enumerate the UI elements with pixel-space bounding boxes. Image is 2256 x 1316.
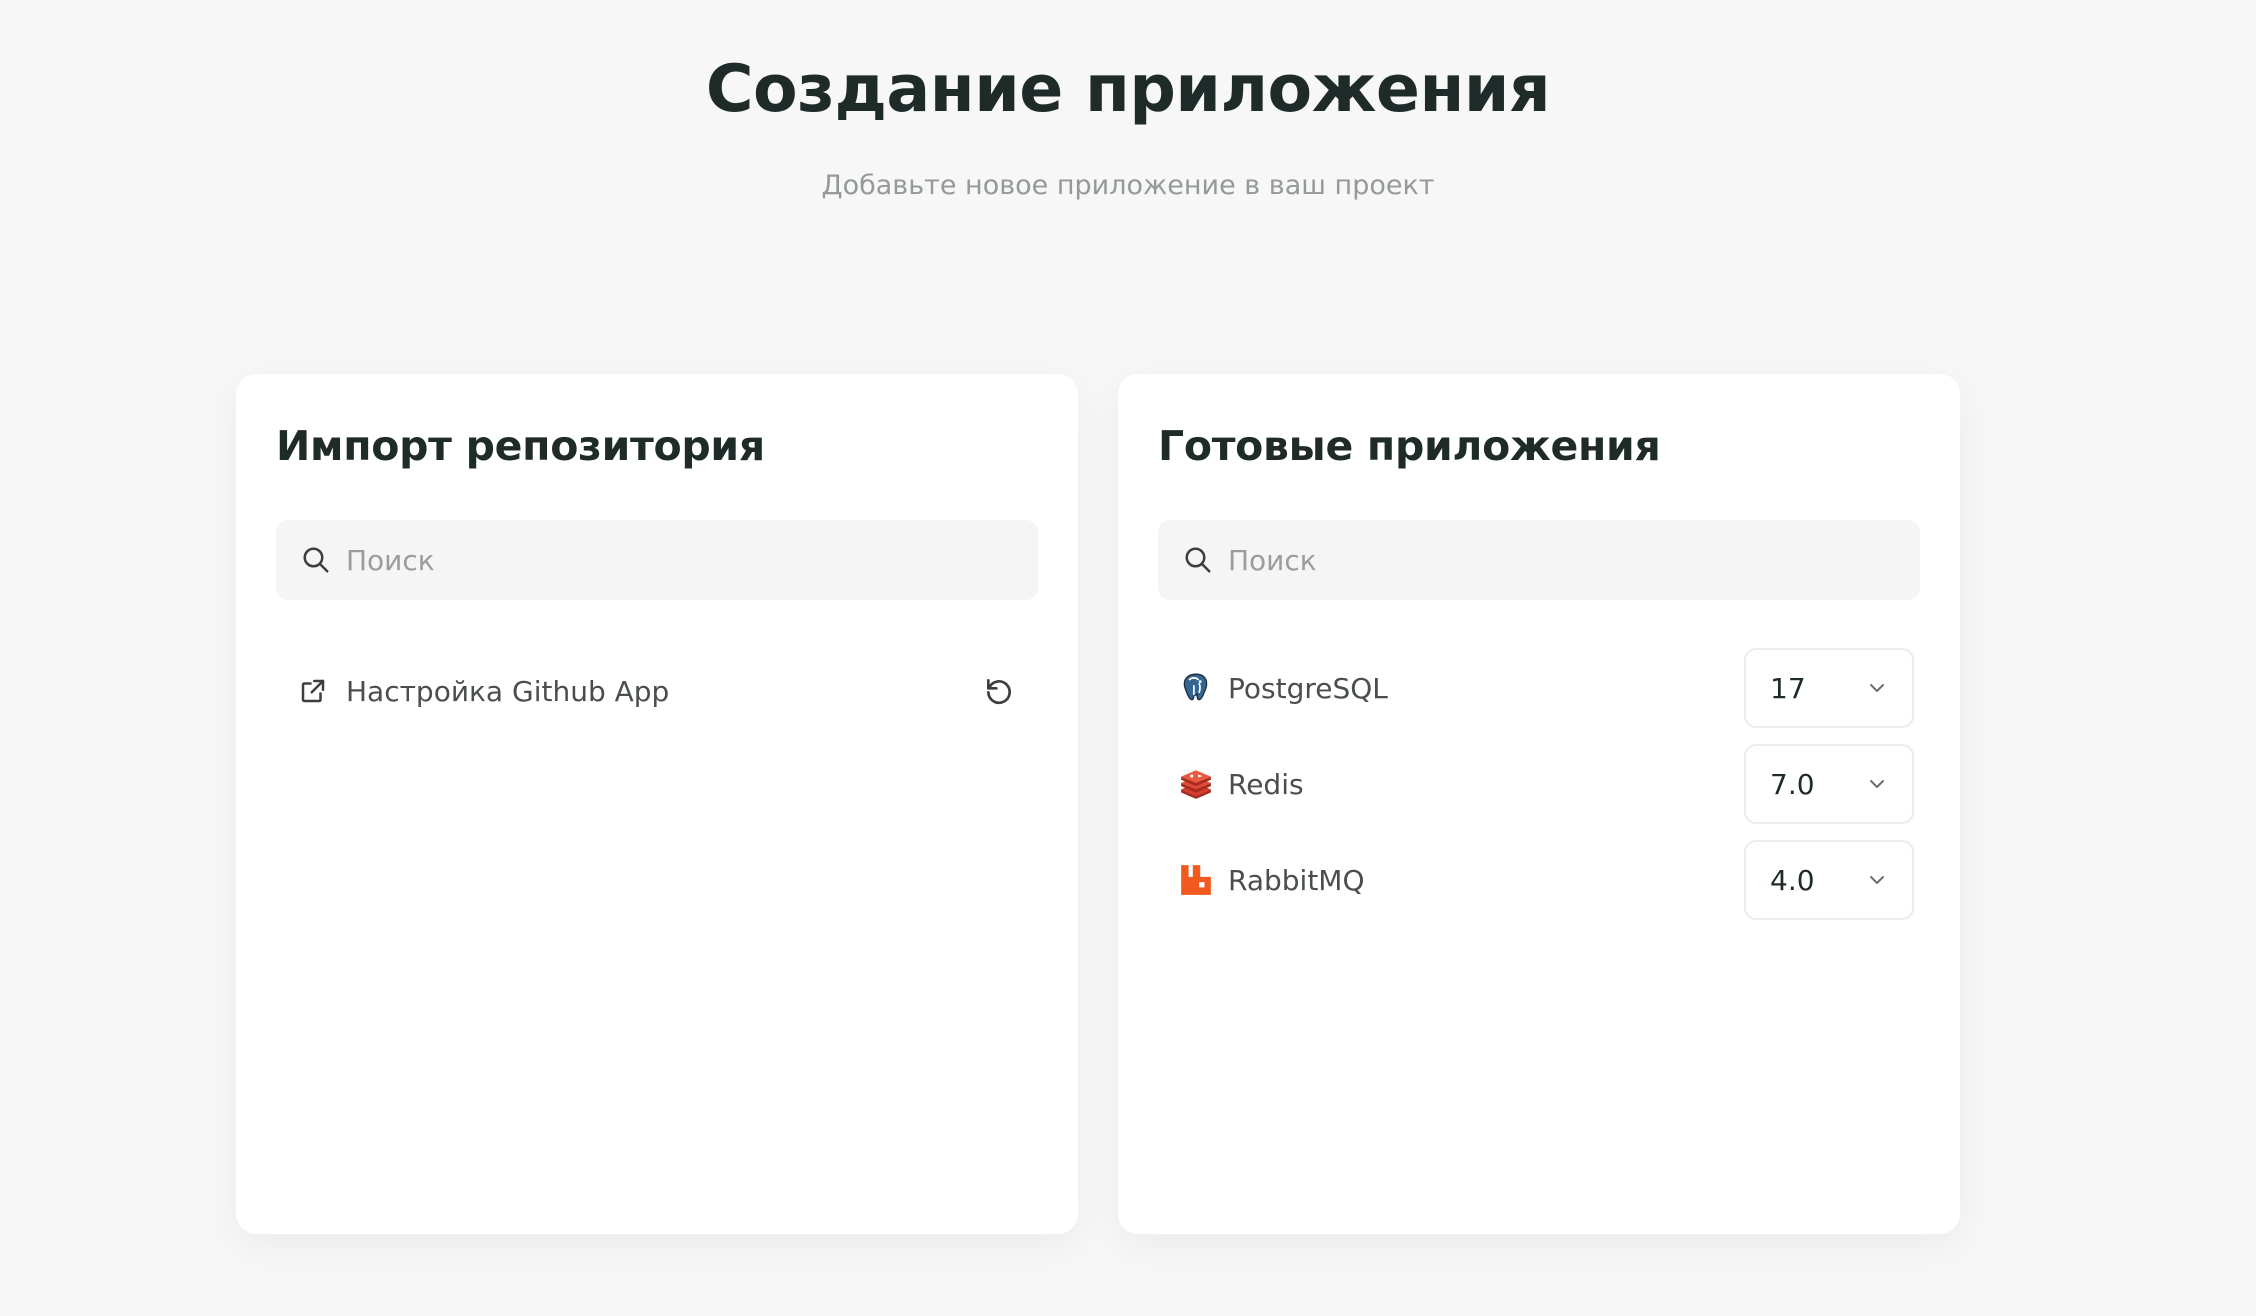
- apps-search-input[interactable]: [1228, 520, 1920, 600]
- github-app-setup-row[interactable]: Настройка Github App: [296, 666, 1018, 716]
- app-row-redis[interactable]: Redis 7.0: [1178, 744, 1914, 824]
- app-name: PostgreSQL: [1228, 671, 1388, 705]
- version-value: 4.0: [1770, 863, 1815, 897]
- search-icon: [300, 544, 332, 576]
- import-repository-title: Импорт репозитория: [276, 422, 765, 470]
- import-search-box: [276, 520, 1038, 600]
- version-value: 17: [1770, 671, 1806, 705]
- page: Создание приложения Добавьте новое прило…: [0, 0, 2256, 1316]
- redis-icon: [1178, 766, 1214, 802]
- version-value: 7.0: [1770, 767, 1815, 801]
- version-select-postgresql[interactable]: 17: [1744, 648, 1914, 728]
- ready-apps-title: Готовые приложения: [1158, 422, 1661, 470]
- ready-apps-card: Готовые приложения PostgreSQL 1: [1118, 374, 1960, 1234]
- app-name: Redis: [1228, 767, 1304, 801]
- postgresql-icon: [1178, 670, 1214, 706]
- import-repository-card: Импорт репозитория Настройка Github App: [236, 374, 1078, 1234]
- app-row-rabbitmq[interactable]: RabbitMQ 4.0: [1178, 840, 1914, 920]
- page-subtitle: Добавьте новое приложение в ваш проект: [821, 170, 1435, 201]
- app-name: RabbitMQ: [1228, 863, 1365, 897]
- apps-search-box: [1158, 520, 1920, 600]
- github-app-setup-link[interactable]: Настройка Github App: [346, 675, 669, 708]
- search-icon: [1182, 544, 1214, 576]
- external-link-icon: [296, 674, 330, 708]
- chevron-down-icon: [1864, 675, 1890, 701]
- import-search-input[interactable]: [346, 520, 1038, 600]
- chevron-down-icon: [1864, 867, 1890, 893]
- version-select-rabbitmq[interactable]: 4.0: [1744, 840, 1914, 920]
- version-select-redis[interactable]: 7.0: [1744, 744, 1914, 824]
- app-row-postgresql[interactable]: PostgreSQL 17: [1178, 648, 1914, 728]
- chevron-down-icon: [1864, 771, 1890, 797]
- rabbitmq-icon: [1178, 862, 1214, 898]
- page-title: Создание приложения: [705, 52, 1551, 127]
- refresh-icon[interactable]: [980, 672, 1018, 710]
